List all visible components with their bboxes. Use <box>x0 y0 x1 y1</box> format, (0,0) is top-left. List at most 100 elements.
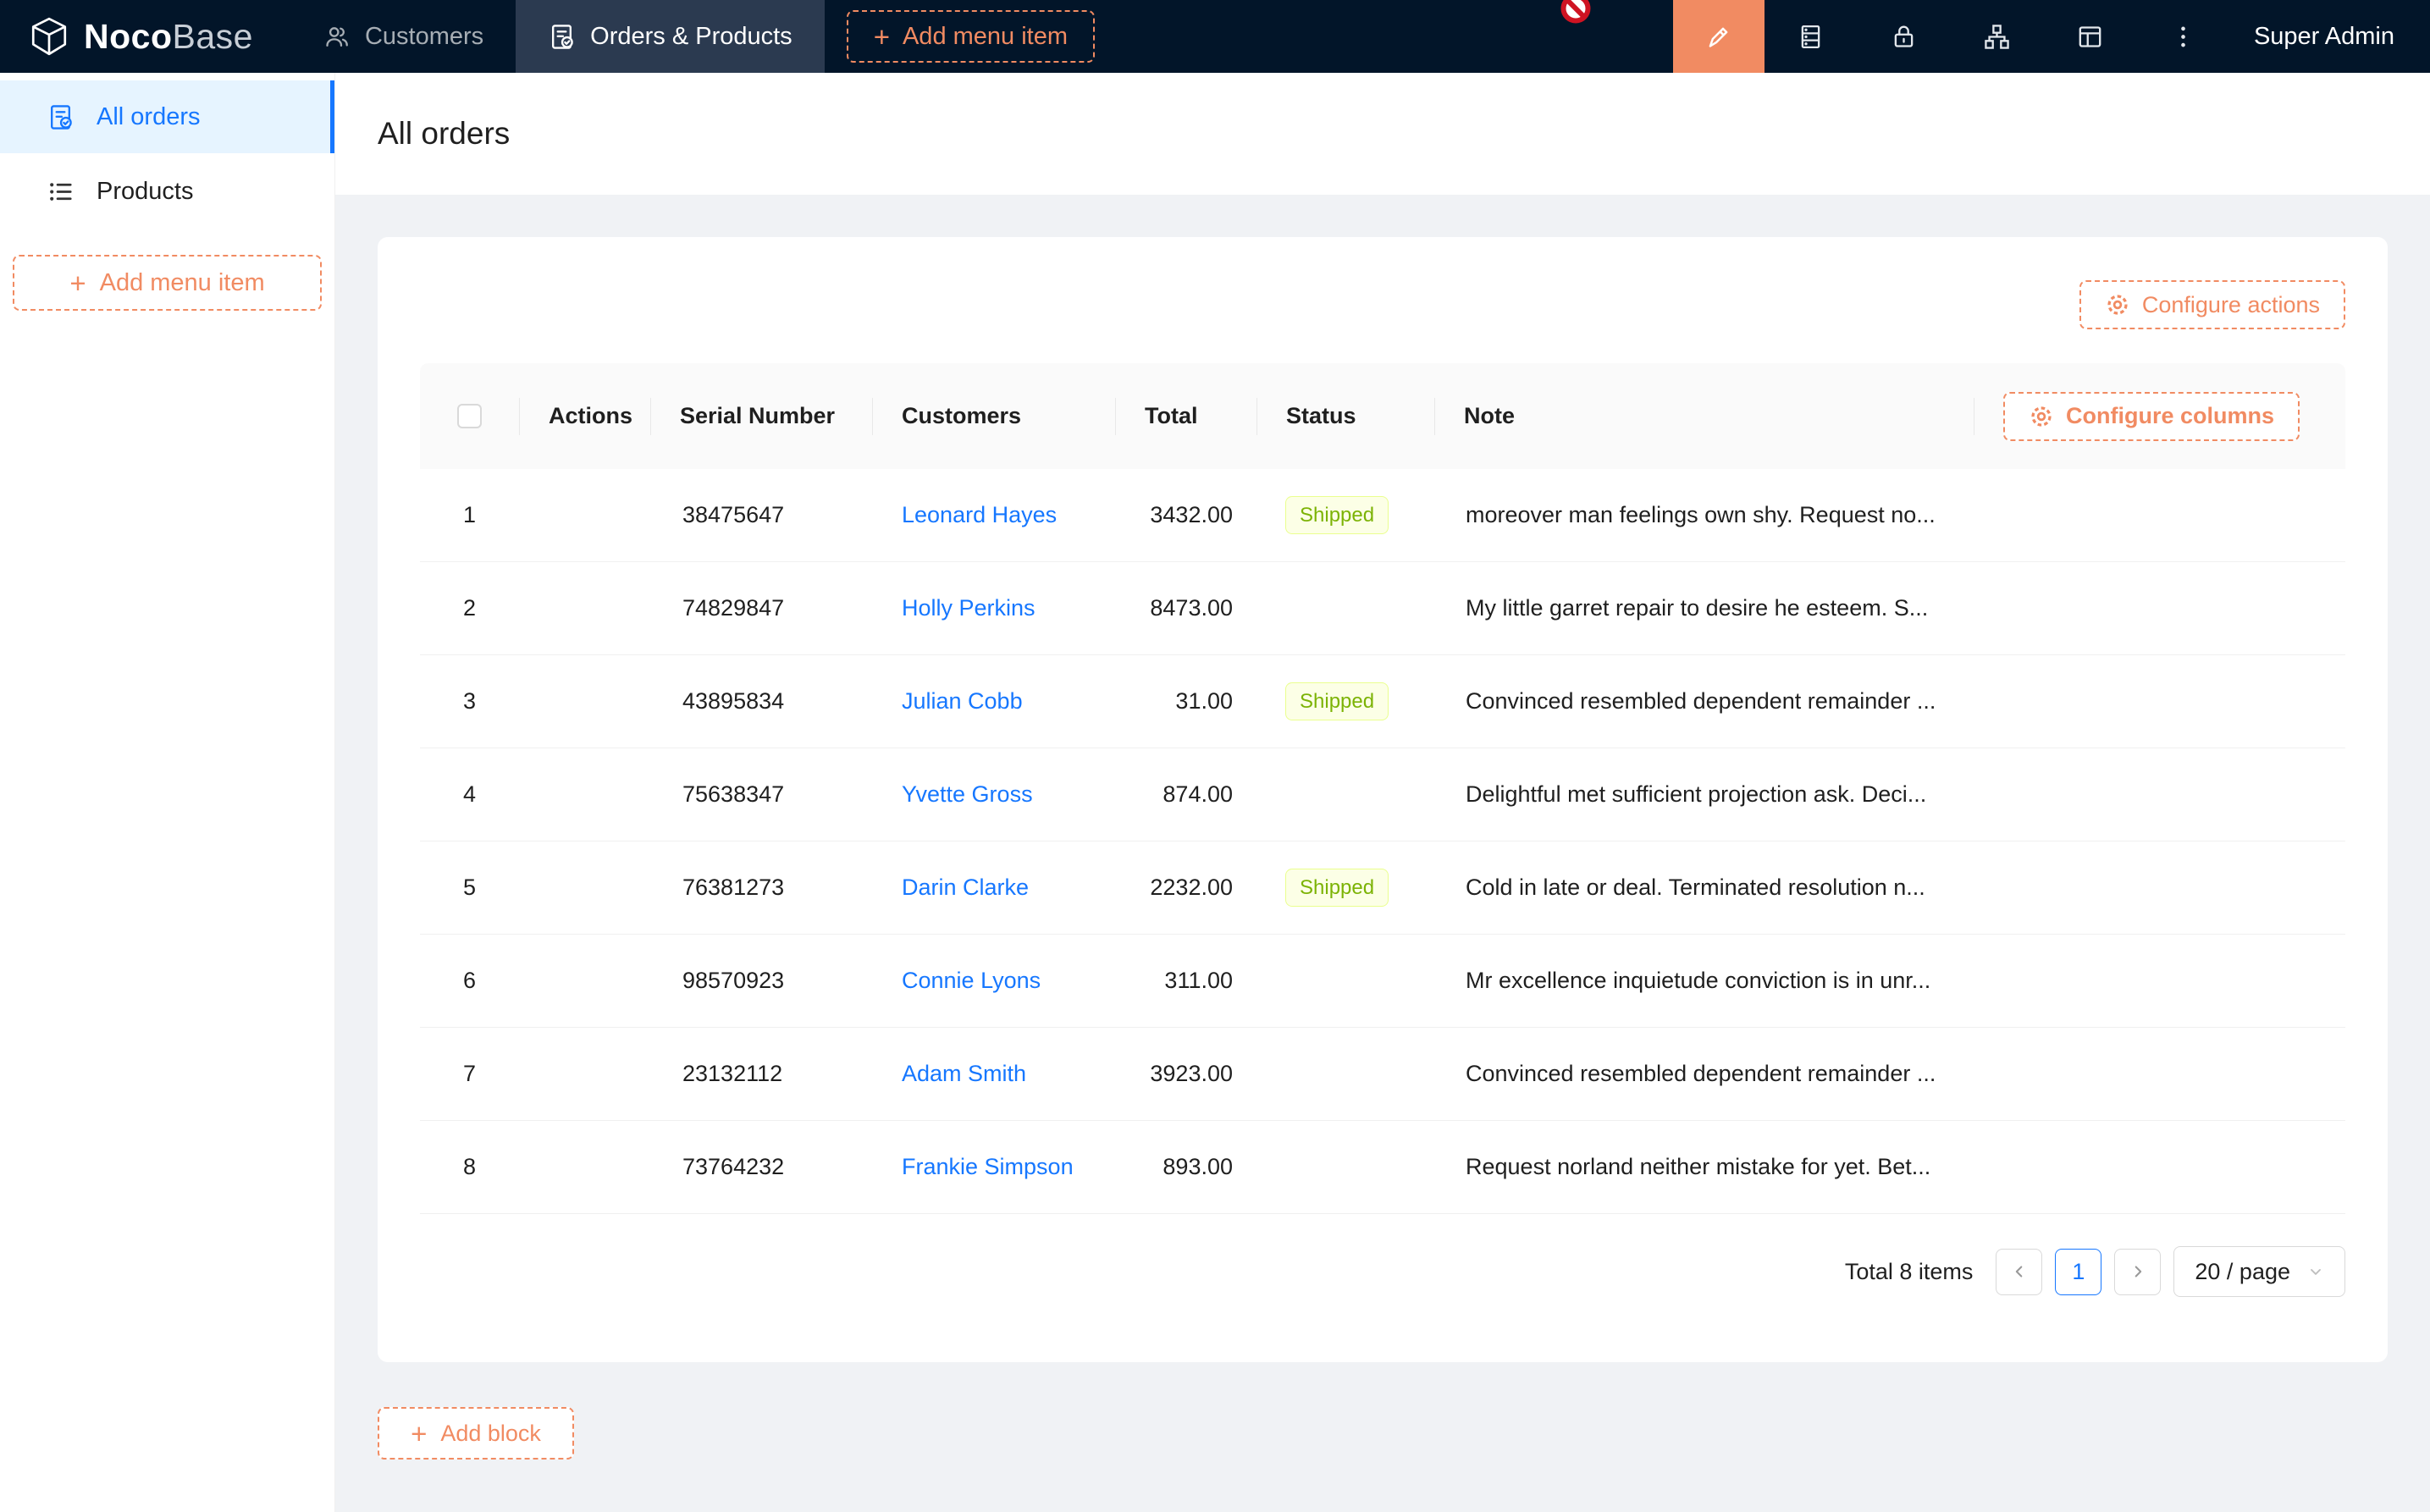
plus-icon: + <box>411 1420 427 1448</box>
configure-columns-label: Configure columns <box>2066 403 2274 429</box>
total-cell: 31.00 <box>1115 688 1256 715</box>
total-cell: 893.00 <box>1115 1154 1256 1180</box>
status-cell: Shipped <box>1256 496 1434 534</box>
page-title: All orders <box>378 116 510 152</box>
column-header-serial-number[interactable]: Serial Number <box>650 363 872 469</box>
column-header-actions[interactable]: Actions <box>519 363 650 469</box>
main-panel: All orders Configure actions <box>335 73 2430 1512</box>
orders-doc-icon <box>548 23 576 51</box>
nav-item-customers[interactable]: Customers <box>290 0 516 73</box>
note-cell: Delightful met sufficient projection ask… <box>1434 781 1974 808</box>
customer-link[interactable]: Leonard Hayes <box>872 502 1115 528</box>
sidebar: All orders Products + Add menu item <box>0 73 335 1512</box>
note-cell: Request norland neither mistake for yet.… <box>1434 1154 1974 1180</box>
customer-link[interactable]: Connie Lyons <box>872 968 1115 994</box>
blocked-cursor-icon <box>1560 0 1591 24</box>
status-cell: Shipped <box>1256 682 1434 720</box>
row-index: 1 <box>420 502 519 528</box>
pagination: Total 8 items 1 20 / page <box>420 1214 2345 1297</box>
total-cell: 311.00 <box>1115 968 1256 994</box>
plus-icon: + <box>874 23 890 51</box>
table-row: 6 98570923 Connie Lyons 311.00 Mr excell… <box>420 935 2345 1028</box>
row-index: 4 <box>420 781 519 808</box>
total-cell: 2232.00 <box>1115 875 1256 901</box>
header-checkbox-cell <box>420 363 519 469</box>
nav-add-menu-item-label: Add menu item <box>903 23 1068 51</box>
column-header-status[interactable]: Status <box>1256 363 1434 469</box>
status-badge: Shipped <box>1285 869 1389 907</box>
page-header: All orders <box>335 73 2430 195</box>
layout-icon <box>2076 23 2104 51</box>
serial-number-cell: 43895834 <box>650 688 872 715</box>
content-area: Configure actions Actions Serial Number … <box>335 195 2430 1512</box>
serial-number-cell: 75638347 <box>650 781 872 808</box>
next-page-button[interactable] <box>2114 1249 2161 1295</box>
row-index: 3 <box>420 688 519 715</box>
user-menu[interactable]: Super Admin <box>2230 0 2430 73</box>
nav-add-menu-item-button[interactable]: + Add menu item <box>847 10 1095 63</box>
table-row: 2 74829847 Holly Perkins 8473.00 My litt… <box>420 562 2345 655</box>
highlight-pen-icon <box>1704 23 1732 51</box>
more-menu-button[interactable] <box>2137 0 2230 73</box>
nocobase-logo[interactable]: NocoBase <box>0 0 290 73</box>
customer-link[interactable]: Julian Cobb <box>872 688 1115 715</box>
ui-editor-toggle-button[interactable] <box>1673 0 1765 73</box>
add-block-label: Add block <box>440 1421 541 1447</box>
gear-icon <box>2029 404 2054 429</box>
nav-item-orders-products[interactable]: Orders & Products <box>516 0 825 73</box>
sidebar-item-all-orders[interactable]: All orders <box>0 80 334 153</box>
total-cell: 3432.00 <box>1115 502 1256 528</box>
users-icon <box>323 23 351 51</box>
nav-item-label: Orders & Products <box>590 23 793 51</box>
total-cell: 8473.00 <box>1115 595 1256 621</box>
status-cell: Shipped <box>1256 869 1434 907</box>
serial-number-cell: 74829847 <box>650 595 872 621</box>
plugin-settings-button[interactable] <box>2044 0 2137 73</box>
table-row: 7 23132112 Adam Smith 3923.00 Convinced … <box>420 1028 2345 1121</box>
total-cell: 874.00 <box>1115 781 1256 808</box>
flow-icon <box>1983 23 2011 51</box>
plus-icon: + <box>69 269 86 297</box>
customer-link[interactable]: Frankie Simpson <box>872 1154 1115 1180</box>
header-configure-cell: Configure columns <box>1974 363 2345 469</box>
column-header-customers[interactable]: Customers <box>872 363 1115 469</box>
configure-actions-button[interactable]: Configure actions <box>2079 280 2345 329</box>
serial-number-cell: 73764232 <box>650 1154 872 1180</box>
list-icon <box>47 178 75 206</box>
brand-name: NocoBase <box>84 17 253 57</box>
note-cell: moreover man feelings own shy. Request n… <box>1434 502 1974 528</box>
security-button[interactable] <box>1858 0 1951 73</box>
note-cell: Convinced resembled dependent remainder … <box>1434 1061 1974 1087</box>
table-row: 8 73764232 Frankie Simpson 893.00 Reques… <box>420 1121 2345 1214</box>
chevron-down-icon <box>2307 1263 2324 1280</box>
row-index: 5 <box>420 875 519 901</box>
customer-link[interactable]: Darin Clarke <box>872 875 1115 901</box>
chevron-left-icon <box>2010 1262 2029 1281</box>
customer-link[interactable]: Adam Smith <box>872 1061 1115 1087</box>
table-row: 4 75638347 Yvette Gross 874.00 Delightfu… <box>420 748 2345 842</box>
table-actions-row: Configure actions <box>420 237 2345 363</box>
sidebar-item-products[interactable]: Products <box>0 155 334 228</box>
note-cell: Mr excellence inquietude conviction is i… <box>1434 968 1974 994</box>
workflow-button[interactable] <box>1951 0 2044 73</box>
column-header-note[interactable]: Note <box>1434 363 1974 469</box>
page-size-select[interactable]: 20 / page <box>2173 1246 2345 1297</box>
prev-page-button[interactable] <box>1996 1249 2042 1295</box>
cube-logo-icon <box>28 15 70 58</box>
page-number-1[interactable]: 1 <box>2055 1249 2101 1295</box>
add-block-button[interactable]: + Add block <box>378 1407 574 1460</box>
row-index: 2 <box>420 595 519 621</box>
table-row: 1 38475647 Leonard Hayes 3432.00 Shipped… <box>420 469 2345 562</box>
table-row: 3 43895834 Julian Cobb 31.00 Shipped Con… <box>420 655 2345 748</box>
configure-columns-button[interactable]: Configure columns <box>2003 392 2300 441</box>
status-badge: Shipped <box>1285 682 1389 720</box>
sidebar-add-menu-item-button[interactable]: + Add menu item <box>13 255 322 311</box>
top-navbar: NocoBase Customers Orders & Products + A… <box>0 0 2430 73</box>
customer-link[interactable]: Holly Perkins <box>872 595 1115 621</box>
data-sources-button[interactable] <box>1765 0 1858 73</box>
configure-actions-label: Configure actions <box>2142 292 2320 318</box>
customer-link[interactable]: Yvette Gross <box>872 781 1115 808</box>
select-all-checkbox[interactable] <box>457 404 482 428</box>
sidebar-item-label: All orders <box>97 103 201 131</box>
column-header-total[interactable]: Total <box>1115 363 1256 469</box>
